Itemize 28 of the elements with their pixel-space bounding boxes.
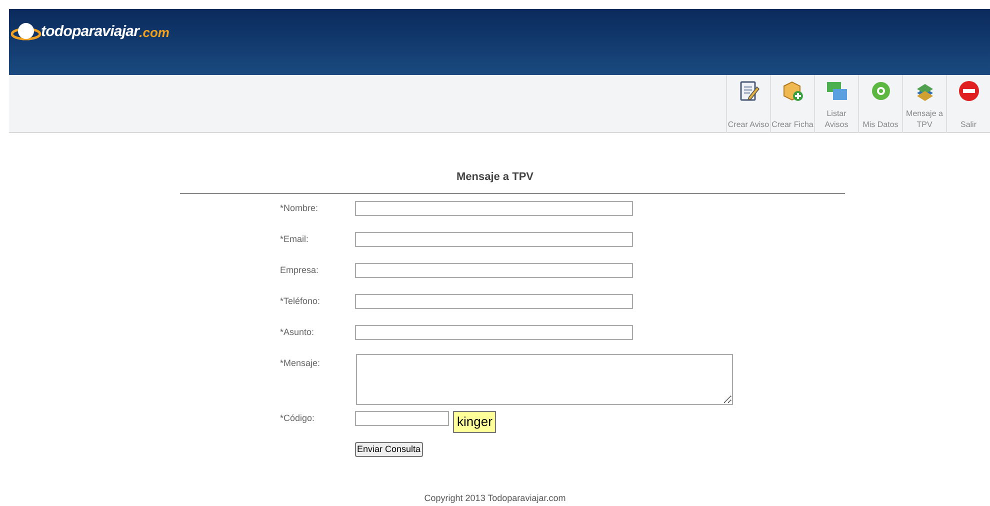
- text-field[interactable]: [355, 200, 633, 216]
- toolbar-button[interactable]: Listar Avisos: [814, 75, 858, 133]
- submit-button[interactable]: Enviar Consulta: [355, 442, 423, 456]
- field-label: Empresa:: [280, 264, 320, 277]
- stop-icon: [956, 79, 980, 103]
- toolbar-button[interactable]: Salir: [946, 75, 990, 133]
- copyright-text: Copyright 2013 Todoparaviajar.com: [424, 492, 566, 505]
- text-field[interactable]: [355, 324, 633, 340]
- text-field[interactable]: [355, 232, 633, 246]
- field-label: *Código:: [280, 412, 316, 425]
- code-field[interactable]: [355, 410, 449, 426]
- field-label: *Mensaje:: [280, 356, 322, 370]
- field-label: *Asunto:: [280, 326, 316, 338]
- toolbar-button[interactable]: Crear Ficha: [770, 75, 814, 133]
- field-label: *Nombre:: [280, 202, 320, 214]
- captcha-text: kinger: [453, 410, 496, 432]
- field-label: *Email:: [280, 232, 310, 246]
- windows-icon: [824, 79, 848, 103]
- form-title: Mensaje a TPV: [456, 170, 534, 185]
- field-label: *Teléfono:: [280, 294, 322, 308]
- message-field[interactable]: [356, 354, 733, 404]
- text-field[interactable]: [355, 294, 633, 308]
- toolbar-button[interactable]: Mis Datos: [858, 75, 902, 133]
- box-plus-icon: [780, 79, 804, 103]
- site-logo[interactable]: todoparaviajar.com: [11, 21, 170, 44]
- toolbar-button[interactable]: Mensaje a TPV: [902, 75, 946, 133]
- toolbar-button[interactable]: Crear Aviso: [726, 75, 770, 133]
- text-field[interactable]: [355, 262, 633, 278]
